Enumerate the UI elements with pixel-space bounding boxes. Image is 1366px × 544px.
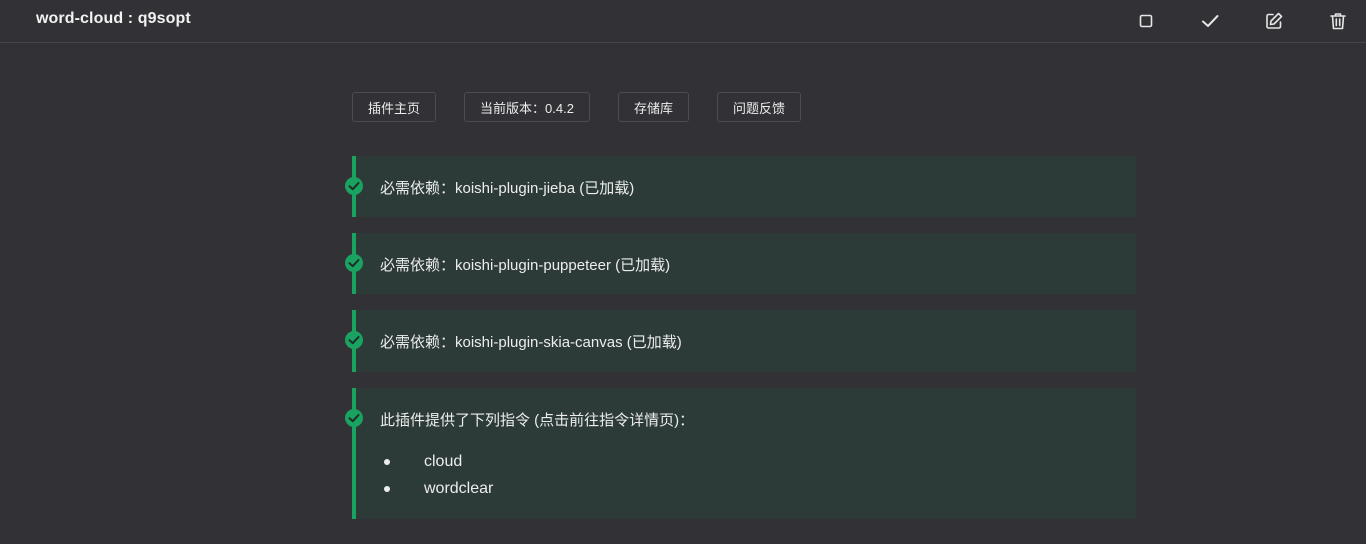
commands-intro: 此插件提供了下列指令 (点击前往指令详情页)： bbox=[380, 412, 695, 429]
list-item: wordclear bbox=[380, 475, 493, 502]
stop-button[interactable] bbox=[1134, 9, 1158, 33]
issues-link[interactable]: 问题反馈 bbox=[716, 92, 801, 122]
check-circle-icon bbox=[345, 331, 363, 349]
version-link[interactable]: 当前版本：0.4.2 bbox=[464, 92, 590, 122]
command-list: cloud wordclear bbox=[380, 448, 493, 502]
stop-icon bbox=[1139, 14, 1153, 28]
check-circle-icon bbox=[345, 254, 363, 272]
dependency-text: 必需依赖：koishi-plugin-jieba (已加载) bbox=[380, 180, 635, 197]
header-bar: word-cloud : q9sopt bbox=[0, 0, 1366, 43]
check-circle-icon bbox=[345, 177, 363, 195]
dependency-text: 必需依赖：koishi-plugin-skia-canvas (已加载) bbox=[380, 334, 682, 351]
header-actions bbox=[1094, 0, 1350, 42]
bullet bbox=[384, 459, 390, 465]
dependency-card-skia-canvas: 必需依赖：koishi-plugin-skia-canvas (已加载) bbox=[345, 310, 1136, 372]
edit-icon bbox=[1266, 12, 1283, 29]
apply-button[interactable] bbox=[1198, 9, 1222, 33]
delete-button[interactable] bbox=[1326, 9, 1350, 33]
command-link-wordclear[interactable]: wordclear bbox=[424, 480, 493, 497]
check-icon bbox=[1202, 15, 1219, 27]
trash-icon bbox=[1330, 13, 1346, 30]
dependency-text: 必需依赖：koishi-plugin-puppeteer (已加载) bbox=[380, 257, 671, 274]
plugin-links: 插件主页 当前版本：0.4.2 存储库 问题反馈 bbox=[352, 92, 829, 122]
repository-link[interactable]: 存储库 bbox=[617, 92, 689, 122]
list-item: cloud bbox=[380, 448, 493, 475]
command-link-cloud[interactable]: cloud bbox=[424, 453, 462, 470]
bullet bbox=[384, 486, 390, 492]
edit-button[interactable] bbox=[1262, 9, 1286, 33]
homepage-link[interactable]: 插件主页 bbox=[352, 92, 437, 122]
dependency-card-jieba: 必需依赖：koishi-plugin-jieba (已加载) bbox=[345, 156, 1136, 217]
dependency-card-puppeteer: 必需依赖：koishi-plugin-puppeteer (已加载) bbox=[345, 233, 1136, 294]
check-circle-icon bbox=[345, 409, 363, 427]
commands-card: 此插件提供了下列指令 (点击前往指令详情页)： cloud wordclear bbox=[345, 388, 1136, 519]
page-title: word-cloud : q9sopt bbox=[36, 10, 191, 27]
